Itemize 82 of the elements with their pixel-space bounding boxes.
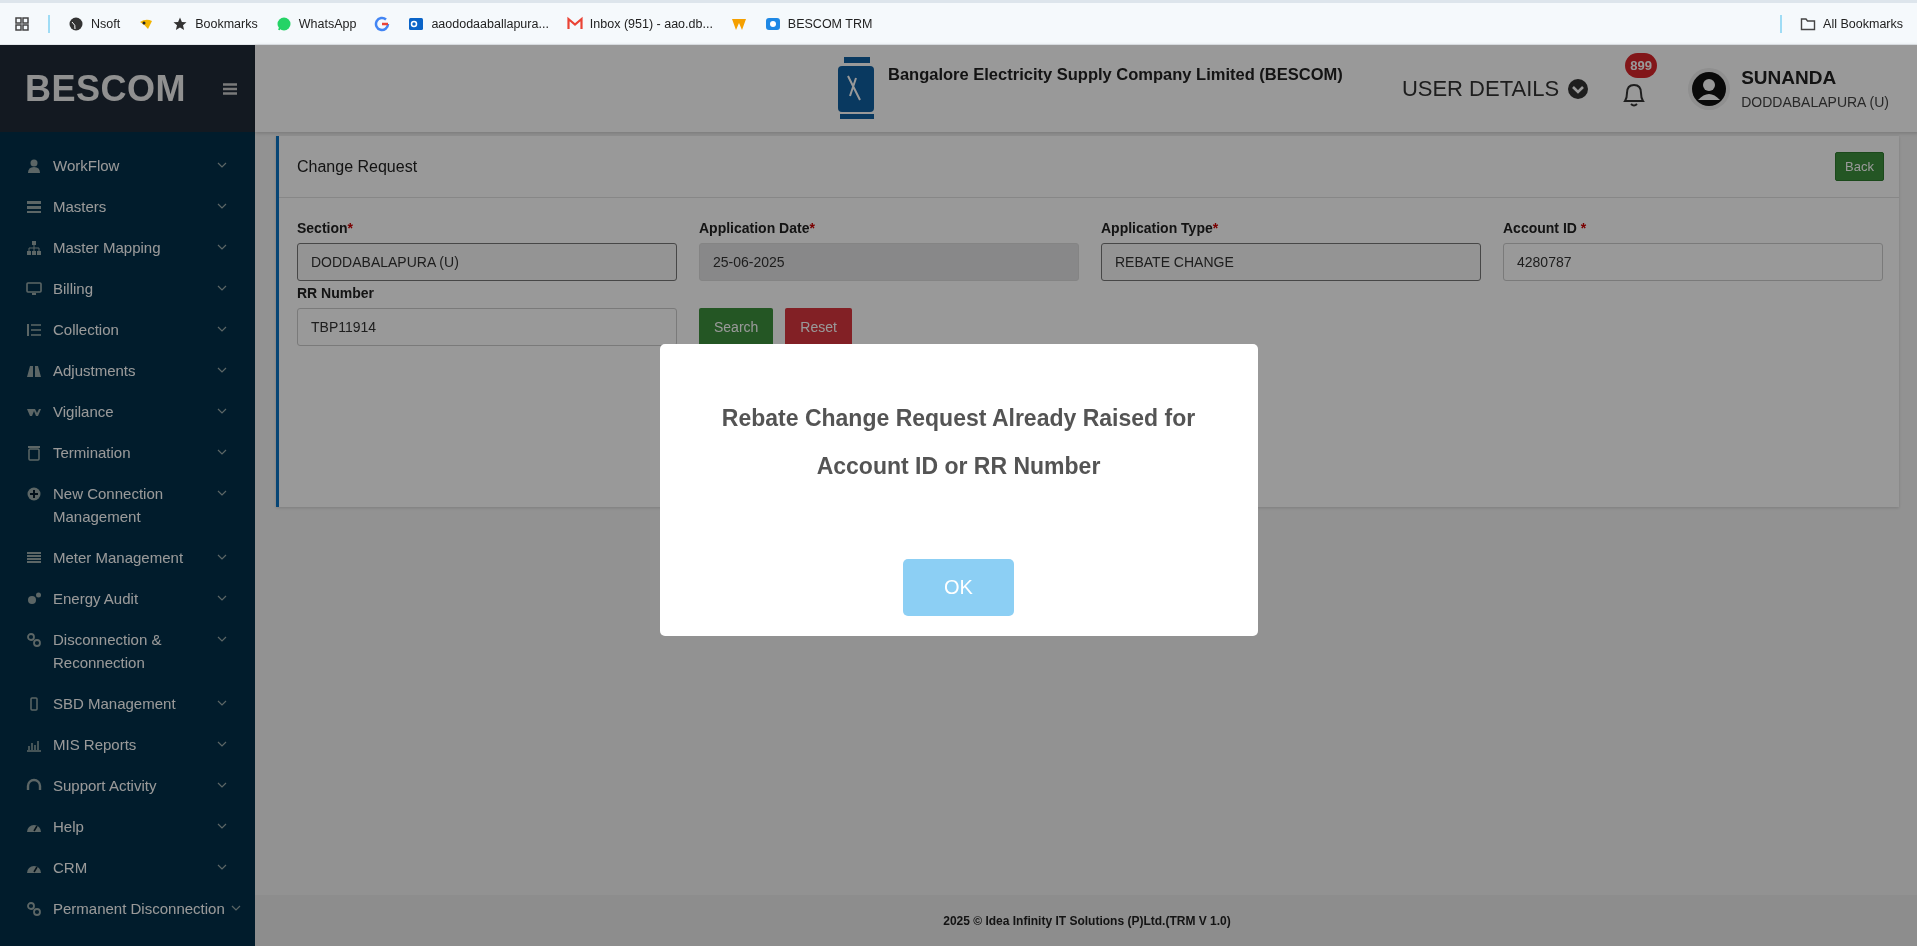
folder-icon <box>1800 15 1817 32</box>
user-details-dropdown[interactable]: USER DETAILS <box>1401 75 1590 102</box>
mail-app-icon <box>408 15 425 32</box>
chevron-down-icon <box>217 162 227 169</box>
footer-text: 2025 © Idea Infinity IT Solutions (P)Ltd.(TRM V 1.0) <box>943 913 1231 928</box>
user-section: DODDABALAPURA (U) <box>1741 94 1889 110</box>
sidebar-item[interactable]: SBD Management <box>0 683 255 724</box>
chevron-down-icon <box>217 285 227 292</box>
company-name: Bangalore Electricity Supply Company Limited (BESCOM) <box>888 65 1343 84</box>
chevron-down-icon <box>217 326 227 333</box>
sidebar-item[interactable]: Vigilance <box>0 391 255 432</box>
sidebar-item[interactable]: New Connection Management <box>0 473 255 537</box>
monitor-icon <box>26 281 42 297</box>
chevron-down-icon <box>217 823 227 830</box>
chevron-down-icon <box>217 490 227 497</box>
sidebar-item[interactable]: Termination <box>0 432 255 473</box>
apps-grid-icon[interactable] <box>14 15 30 32</box>
sidebar-item[interactable]: WorkFlow <box>0 145 255 186</box>
card-title: Change Request <box>297 157 418 176</box>
select-field[interactable]: DODDABALAPURA (U) <box>297 243 677 281</box>
sidebar-item[interactable]: Master Mapping <box>0 227 255 268</box>
sidebar-item[interactable]: Meter Management <box>0 537 255 578</box>
trash-icon <box>26 445 42 461</box>
sidebar-item[interactable]: Adjustments <box>0 350 255 391</box>
brand-title: BESCOM <box>25 67 186 110</box>
sidebar-item[interactable]: Support Activity <box>0 765 255 806</box>
sidebar-item[interactable]: Permanent Disconnection <box>0 888 255 929</box>
chevron-circle-down-icon <box>1567 77 1590 100</box>
link-icon <box>26 901 42 917</box>
sidebar-item[interactable]: Energy Audit <box>0 578 255 619</box>
sitemap-icon <box>26 240 42 256</box>
sidebar-item[interactable]: Help <box>0 806 255 847</box>
server-icon <box>26 199 42 215</box>
bookmark-link[interactable]: aaododaaballapura... <box>408 15 549 32</box>
google-g-icon[interactable] <box>374 15 391 32</box>
user-name: SUNANDA <box>1741 67 1838 89</box>
menu-icon[interactable] <box>223 82 237 95</box>
chevron-down-icon <box>217 741 227 748</box>
bookmark-link[interactable]: BESCOM TRM <box>764 15 873 32</box>
user-icon <box>26 158 42 174</box>
envelope-icon <box>566 15 583 32</box>
plus-circle-icon <box>26 486 42 502</box>
select-field[interactable]: REBATE CHANGE <box>1101 243 1481 281</box>
input-field[interactable]: 4280787 <box>1503 243 1883 281</box>
chevron-down-icon <box>217 408 227 415</box>
avatar-icon[interactable] <box>1687 66 1732 111</box>
chevron-down-icon <box>217 244 227 251</box>
sidebar-item[interactable]: Collection <box>0 309 255 350</box>
notification-badge: 899 <box>1625 52 1657 78</box>
chevron-down-icon <box>231 905 241 912</box>
chevron-down-icon <box>217 203 227 210</box>
bookmark-link[interactable]: Inbox (951) - aao.db... <box>566 15 713 32</box>
chevron-down-icon <box>217 554 227 561</box>
field-label: Section* <box>297 219 355 238</box>
chevron-down-icon <box>217 449 227 456</box>
input-field[interactable]: TBP11914 <box>297 308 677 346</box>
list-icon <box>26 322 42 338</box>
link-icon <box>26 632 42 648</box>
chevron-down-icon <box>217 367 227 374</box>
bookmark-link[interactable]: Bookmarks <box>172 15 258 32</box>
bookmark-link[interactable]: Nsoft <box>68 15 121 32</box>
chevron-down-icon <box>217 864 227 871</box>
sidebar-item[interactable]: Masters <box>0 186 255 227</box>
cloud-icon <box>764 15 781 32</box>
sidebar-item[interactable]: CRM <box>0 847 255 888</box>
bookmark-link[interactable]: WhatsApp <box>275 15 357 32</box>
field-label: Application Type* <box>1101 219 1220 238</box>
chevron-down-icon <box>217 636 227 643</box>
field-label: RR Number <box>297 284 375 303</box>
chat-bubble-icon <box>275 15 292 32</box>
all-bookmarks-link[interactable]: All Bookmarks <box>1800 15 1903 32</box>
field-label: Account ID * <box>1503 219 1588 238</box>
sidebar-item[interactable]: Billing <box>0 268 255 309</box>
sidebar-item[interactable]: Disconnection & Reconnection <box>0 619 255 683</box>
sidebar-item[interactable]: MIS Reports <box>0 724 255 765</box>
chevron-down-icon <box>217 782 227 789</box>
list-icon <box>26 550 42 566</box>
dialog-message: Rebate Change Request Already Raised for Account ID or RR Number <box>720 404 1197 481</box>
reset-button[interactable]: Reset <box>785 308 852 346</box>
chevron-down-icon <box>217 700 227 707</box>
chevron-down-icon <box>217 595 227 602</box>
field-label: Application Date* <box>699 219 816 238</box>
